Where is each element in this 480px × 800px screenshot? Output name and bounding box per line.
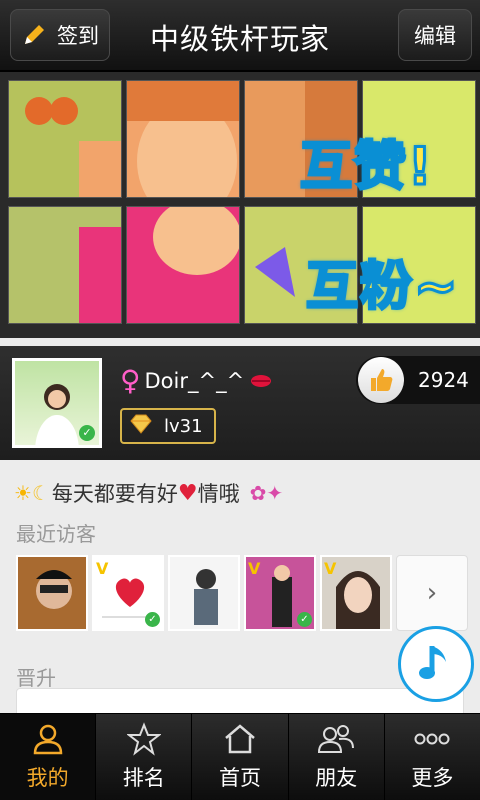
moon-icon: ☾	[31, 481, 50, 505]
level-badge[interactable]: lv31	[120, 408, 216, 444]
visitor-avatar[interactable]	[168, 555, 240, 631]
bottom-nav: 我的 排名 首页 朋友 更多	[0, 713, 480, 800]
photo-tile[interactable]	[8, 80, 122, 198]
diamond-icon	[128, 413, 154, 440]
nav-ranking[interactable]: 排名	[96, 714, 193, 800]
vip-v-icon: V	[324, 559, 337, 578]
visitor-avatar[interactable]	[16, 555, 88, 631]
nav-label: 首页	[219, 766, 261, 790]
party-icon: ✿✦	[249, 481, 284, 505]
likes-counter[interactable]: 2924	[356, 356, 480, 404]
nav-label: 更多	[411, 766, 454, 790]
nav-more[interactable]: 更多	[385, 714, 480, 800]
friends-icon	[318, 725, 355, 753]
likes-count: 2924	[418, 368, 469, 392]
recent-visitors-list: V ✓ V ✓ V ›	[16, 555, 468, 631]
nav-label: 排名	[122, 766, 165, 790]
recent-visitors-label: 最近访客	[16, 522, 96, 546]
photo-tile[interactable]	[126, 206, 240, 324]
thumbs-up-icon	[358, 357, 404, 403]
level-label: lv31	[164, 415, 203, 437]
home-icon	[225, 724, 255, 754]
lips-icon	[250, 369, 272, 393]
username-row: ♀ Doir_^_^	[120, 364, 272, 397]
signature-text-b: 情哦	[197, 482, 240, 506]
verified-check-icon: ✓	[145, 612, 160, 627]
visitor-avatar[interactable]: V	[320, 555, 392, 631]
nav-home[interactable]: 首页	[192, 714, 289, 800]
edit-button[interactable]: 编辑	[398, 9, 472, 61]
female-icon: ♀	[120, 364, 141, 397]
mosaic-text-bottom: 互粉~	[305, 256, 460, 319]
sun-icon: ☀	[14, 481, 32, 505]
promotion-label: 晋升	[16, 666, 56, 690]
more-icon	[414, 733, 450, 745]
photo-tile[interactable]	[8, 206, 122, 324]
music-button[interactable]	[398, 626, 474, 702]
music-note-icon	[416, 640, 456, 688]
verified-check-icon: ✓	[79, 425, 95, 441]
visitors-next-button[interactable]: ›	[396, 555, 468, 631]
nav-friends[interactable]: 朋友	[289, 714, 385, 800]
vip-v-icon: V	[248, 559, 261, 578]
mosaic-text-top: 互赞!	[299, 136, 434, 199]
vip-v-icon: V	[96, 559, 109, 578]
nav-label: 朋友	[315, 766, 358, 790]
signature-text-a: 每天都要有好	[51, 482, 178, 506]
header-bar: 签到 中级铁杆玩家 编辑	[0, 0, 480, 72]
person-icon	[33, 724, 62, 755]
nav-my[interactable]: 我的	[0, 714, 97, 800]
star-icon	[126, 722, 161, 756]
nav-label: 我的	[26, 766, 69, 790]
photo-tile[interactable]	[126, 80, 240, 198]
photo-mosaic[interactable]: 互赞! 互粉~	[0, 72, 480, 338]
visitor-avatar[interactable]: V ✓	[244, 555, 316, 631]
username: Doir_^_^	[144, 368, 245, 393]
signature-text[interactable]: ☀ ☾ 每天都要有好 ♥ 情哦 ✿✦	[14, 478, 283, 508]
avatar[interactable]: ✓	[12, 358, 102, 448]
visitor-avatar[interactable]: V ✓	[92, 555, 164, 631]
heart-icon: ♥	[177, 480, 198, 506]
verified-check-icon: ✓	[297, 612, 312, 627]
profile-panel: ✓ ♀ Doir_^_^ lv31 2924	[0, 346, 480, 460]
